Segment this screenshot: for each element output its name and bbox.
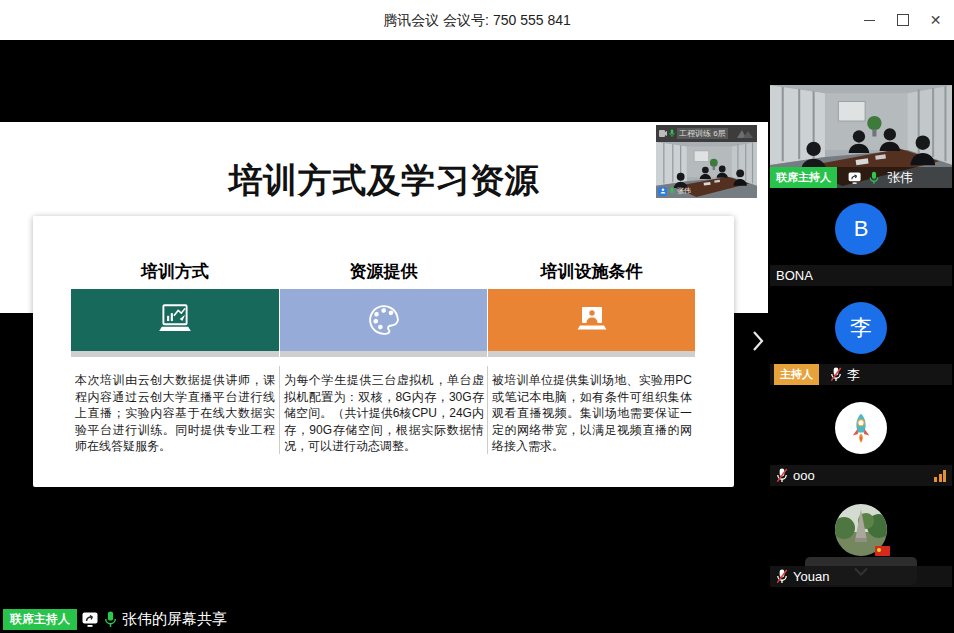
pip-person-icon bbox=[658, 187, 667, 196]
sharing-icon bbox=[848, 172, 862, 184]
column-header-resources: 资源提供 bbox=[280, 260, 487, 283]
mic-on-icon bbox=[104, 611, 117, 628]
screen-share-icon bbox=[82, 612, 99, 627]
close-button[interactable]: ✕ bbox=[919, 0, 952, 40]
co-host-badge: 联席主持人 bbox=[3, 609, 77, 630]
shadow-strip bbox=[488, 351, 695, 357]
pip-video: 张伟 bbox=[656, 142, 757, 198]
column-divider bbox=[487, 366, 488, 454]
presenter-self-view: 工程训练 6层 bbox=[656, 125, 757, 198]
training-method-block bbox=[71, 289, 279, 351]
participant-tile-ooo[interactable]: ooo bbox=[770, 387, 952, 486]
flag-icon bbox=[875, 546, 890, 556]
palette-icon bbox=[360, 296, 407, 343]
facilities-text: 被培训单位提供集训场地、实验用PC或笔记本电脑，如有条件可组织集体观看直播视频。… bbox=[492, 372, 692, 455]
zhangwei-namebar: 联席主持人 张伟 bbox=[770, 167, 952, 188]
ooo-namebar: ooo bbox=[770, 465, 952, 486]
participant-name: Youan bbox=[793, 569, 829, 584]
bona-namebar: BONA bbox=[770, 265, 952, 286]
pip-mic-icon bbox=[669, 129, 675, 138]
youan-avatar bbox=[835, 504, 887, 556]
participant-tile-bona[interactable]: B BONA bbox=[770, 190, 952, 286]
pip-header: 工程训练 6层 bbox=[656, 125, 757, 142]
user-screen-icon bbox=[574, 302, 610, 338]
avatar-letter: B bbox=[854, 216, 869, 242]
participant-tile-zhangwei[interactable]: 联席主持人 张伟 bbox=[770, 85, 952, 188]
co-host-badge: 联席主持人 bbox=[770, 167, 837, 188]
shadow-strip bbox=[71, 351, 279, 357]
mic-on-icon bbox=[869, 171, 879, 185]
youan-namebar: Youan bbox=[770, 566, 952, 587]
close-icon: ✕ bbox=[930, 13, 942, 27]
slide-content-card: 培训方式 资源提供 培训设施条件 bbox=[33, 216, 734, 487]
pip-logo-icon bbox=[736, 128, 754, 139]
column-header-facilities: 培训设施条件 bbox=[488, 260, 695, 283]
minimize-button[interactable] bbox=[853, 0, 886, 40]
screen-share-banner: 联席主持人 张伟的屏幕共享 bbox=[3, 609, 227, 630]
participant-name: ooo bbox=[793, 468, 815, 483]
participant-tile-youan[interactable]: Youan bbox=[770, 488, 952, 587]
laptop-chart-icon bbox=[156, 301, 194, 339]
maximize-button[interactable] bbox=[886, 0, 919, 40]
mic-muted-icon bbox=[776, 468, 788, 483]
window-title: 腾讯会议 会议号: 750 555 841 bbox=[0, 0, 954, 40]
participant-name: 张伟 bbox=[887, 169, 913, 187]
pip-room-label: 工程训练 6层 bbox=[677, 128, 728, 139]
resources-block bbox=[280, 289, 487, 351]
minimize-icon bbox=[864, 20, 875, 21]
slide-title: 培训方式及学习资源 bbox=[0, 158, 768, 204]
column-header-training-method: 培训方式 bbox=[71, 260, 279, 283]
mic-muted-icon bbox=[830, 367, 842, 382]
host-badge: 主持人 bbox=[774, 364, 819, 385]
pip-corner-mic-icon bbox=[669, 187, 675, 196]
training-method-text: 本次培训由云创大数据提供讲师，课程内容通过云创大学直播平台进行线上直播；实验内容… bbox=[75, 372, 275, 455]
facilities-block bbox=[488, 289, 695, 351]
shadow-strip bbox=[280, 351, 487, 357]
mic-muted-icon bbox=[776, 569, 788, 584]
rocket-icon bbox=[843, 410, 879, 446]
resources-text: 为每个学生提供三台虚拟机，单台虚拟机配置为：双核，8G内存，30G存储空间。（共… bbox=[284, 372, 484, 455]
participant-tile-li[interactable]: 李 主持人 李 bbox=[770, 288, 952, 385]
shared-screen-area: 培训方式及学习资源 工程训练 6层 bbox=[0, 40, 768, 633]
participants-sidebar: 联席主持人 张伟 B BONA 李 主持人 bbox=[770, 40, 954, 633]
network-signal-icon bbox=[934, 470, 946, 482]
bona-avatar: B bbox=[835, 203, 887, 255]
participant-name: BONA bbox=[776, 268, 813, 283]
ooo-avatar bbox=[835, 402, 887, 454]
pip-corner-info: 张伟 bbox=[658, 186, 691, 196]
collapse-sidebar-arrow[interactable] bbox=[752, 330, 764, 356]
li-namebar: 主持人 李 bbox=[770, 364, 952, 385]
maximize-icon bbox=[897, 14, 909, 26]
avatar-letter: 李 bbox=[850, 313, 872, 343]
participant-name: 李 bbox=[847, 366, 860, 384]
pip-corner-name: 张伟 bbox=[677, 186, 691, 196]
window-controls: ✕ bbox=[853, 0, 952, 40]
share-banner-text: 张伟的屏幕共享 bbox=[122, 610, 227, 629]
pip-cam-icon bbox=[659, 129, 667, 138]
li-avatar: 李 bbox=[835, 302, 887, 354]
column-divider bbox=[279, 366, 280, 454]
window-titlebar: 腾讯会议 会议号: 750 555 841 ✕ bbox=[0, 0, 954, 40]
